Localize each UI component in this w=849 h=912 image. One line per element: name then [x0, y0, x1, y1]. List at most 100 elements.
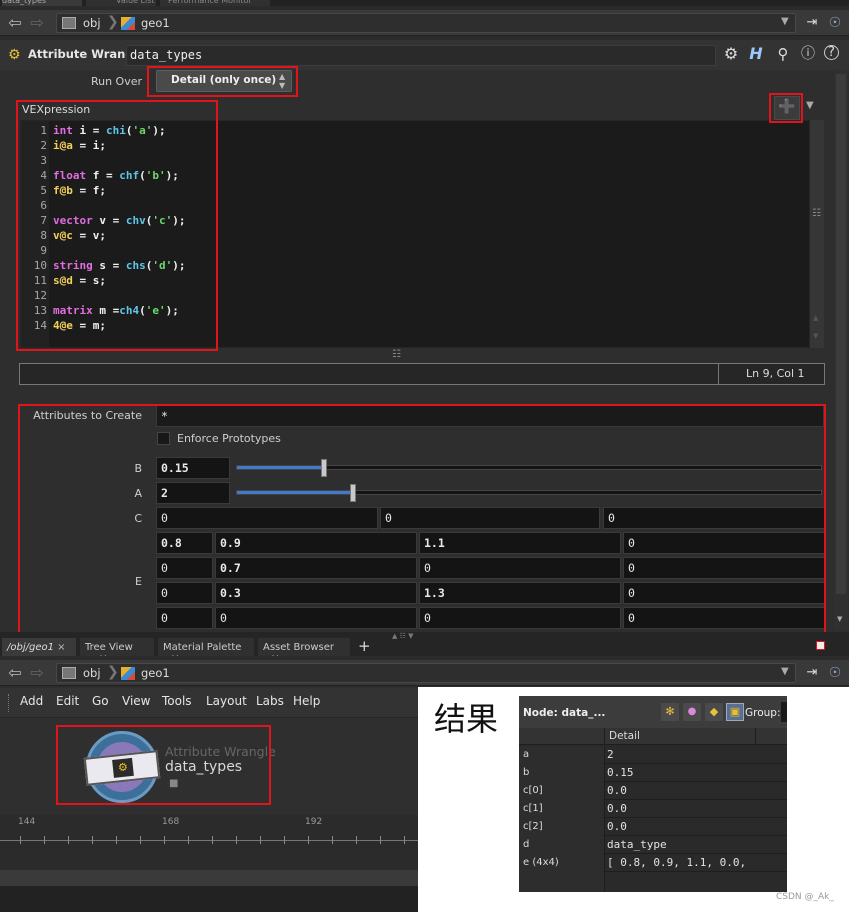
menu-tools[interactable]: Tools — [162, 694, 192, 708]
pane-tab-network[interactable]: /obj/geo1 × — [2, 638, 76, 656]
top-tab-2[interactable]: Value List — [86, 0, 156, 6]
param-e-1-1[interactable]: 0.7 — [215, 557, 417, 579]
menu-layout[interactable]: Layout — [206, 694, 247, 708]
network-path-breadcrumb[interactable]: obj ❯ geo1 ▼ — [56, 663, 796, 683]
spreadsheet-row[interactable]: c[1] 0.0 — [519, 800, 787, 818]
code-line[interactable]: string s = chs('d'); — [53, 258, 186, 273]
code-line[interactable]: float f = chf('b'); — [53, 168, 186, 183]
param-e-1-2[interactable]: 0 — [419, 557, 621, 579]
pin-icon[interactable]: ⇥ — [803, 664, 821, 682]
param-a-slider[interactable] — [236, 490, 822, 495]
path-node[interactable]: geo1 — [141, 666, 170, 680]
group-field[interactable] — [781, 702, 787, 722]
code-line[interactable] — [53, 198, 186, 213]
path-root[interactable]: obj — [83, 666, 101, 680]
pin-icon[interactable]: ⇥ — [803, 14, 821, 32]
run-over-dropdown[interactable]: Detail (only once) ▲ ▼ — [156, 70, 292, 92]
vex-editor[interactable]: 1 2 3 4 5 6 7 8 9 10 11 12 13 14 int i = chi('a'); i@a… — [20, 120, 810, 348]
close-icon[interactable]: × — [99, 653, 107, 656]
param-a-slider-handle[interactable] — [350, 484, 357, 502]
node-name[interactable]: data_types — [130, 48, 202, 62]
spreadsheet-row[interactable]: a2 — [519, 746, 787, 764]
code-line[interactable]: f@b = f; — [53, 183, 186, 198]
pane-tab-asset[interactable]: Asset Browser × — [258, 638, 350, 656]
detail-filter-icon[interactable]: ▣ — [726, 703, 744, 721]
pane-menu-icon[interactable] — [816, 641, 825, 650]
menu-labs[interactable]: Labs — [256, 694, 284, 708]
path-node[interactable]: geo1 — [141, 16, 170, 30]
code-line[interactable]: s@d = s; — [53, 273, 186, 288]
param-e-2-1[interactable]: 0.3 — [215, 582, 417, 604]
panel-scroll-down-icon[interactable]: ▼ — [837, 615, 842, 623]
wrangle-node[interactable]: ⚙ — [83, 731, 161, 803]
menu-edit[interactable]: Edit — [56, 694, 79, 708]
add-tab-icon[interactable]: + — [358, 637, 371, 655]
param-b-slider-handle[interactable] — [320, 459, 327, 477]
code-line[interactable] — [53, 243, 186, 258]
param-e-2-3[interactable]: 0 — [623, 582, 825, 604]
attributes-to-create-input[interactable]: * — [156, 405, 824, 427]
gear-icon[interactable]: ⚙ — [722, 45, 740, 63]
param-e-3-3[interactable]: 0 — [623, 607, 825, 629]
param-e-2-2[interactable]: 1.3 — [419, 582, 621, 604]
code-line[interactable]: v@c = v; — [53, 228, 186, 243]
col-header-detail[interactable]: Detail — [609, 730, 640, 742]
code-line[interactable] — [53, 153, 186, 168]
code-line[interactable]: 4@e = m; — [53, 318, 186, 333]
spreadsheet-row[interactable]: e (4x4)[ 0.8, 0.9, 1.1, 0.0, — [519, 854, 787, 872]
param-c-y[interactable]: 0 — [380, 507, 600, 529]
primitives-filter-icon[interactable]: ◆ — [705, 703, 723, 721]
path-dropdown-icon[interactable]: ▼ — [781, 16, 789, 27]
snippet-dropdown-icon[interactable]: ▼ — [806, 100, 814, 111]
param-e-0-2[interactable]: 1.1 — [419, 532, 621, 554]
path-dropdown-icon[interactable]: ▼ — [781, 666, 789, 677]
forward-arrow-icon[interactable]: ⇨ — [28, 664, 46, 682]
param-a-input[interactable]: 2 — [156, 482, 230, 504]
handle-dots-icon[interactable]: ▲ ☷ ▼ — [392, 632, 414, 640]
spreadsheet-row[interactable]: c[0] 0.0 — [519, 782, 787, 800]
vex-code[interactable]: int i = chi('a'); i@a = i; float f = chf(… — [53, 123, 186, 333]
network-node-name[interactable]: data_types — [165, 759, 242, 775]
link-ring-icon[interactable]: ☉ — [826, 14, 844, 32]
code-line[interactable]: int i = chi('a'); — [53, 123, 186, 138]
path-root[interactable]: obj — [83, 16, 101, 30]
close-icon[interactable]: × — [271, 653, 279, 656]
menu-view[interactable]: View — [122, 694, 150, 708]
points-filter-icon[interactable]: ✻ — [661, 703, 679, 721]
panel-scrollbar[interactable]: ▼ — [834, 70, 848, 630]
link-ring-icon[interactable]: ☉ — [826, 664, 844, 682]
param-e-1-0[interactable]: 0 — [156, 557, 213, 579]
back-arrow-icon[interactable]: ⇦ — [6, 14, 24, 32]
forward-arrow-icon[interactable]: ⇨ — [28, 14, 46, 32]
help-h-icon[interactable]: H — [747, 45, 765, 63]
code-line[interactable]: vector v = chv('c'); — [53, 213, 186, 228]
param-b-input[interactable]: 0.15 — [156, 457, 230, 479]
param-e-3-2[interactable]: 0 — [419, 607, 621, 629]
param-c-x[interactable]: 0 — [156, 507, 378, 529]
param-e-2-0[interactable]: 0 — [156, 582, 213, 604]
param-e-0-0[interactable]: 0.8 — [156, 532, 213, 554]
scroll-down-icon[interactable]: ▼ — [813, 332, 818, 340]
code-line[interactable]: i@a = i; — [53, 138, 186, 153]
spreadsheet-row[interactable]: c[2] 0.0 — [519, 818, 787, 836]
scroll-up-icon[interactable]: ▲ — [813, 314, 818, 322]
spreadsheet-row[interactable]: d data_type — [519, 836, 787, 854]
pane-tab-tree[interactable]: Tree View × — [80, 638, 154, 656]
grip-icon[interactable]: ☷ — [812, 208, 821, 219]
param-e-1-3[interactable]: 0 — [623, 557, 825, 579]
spreadsheet-row[interactable]: b 0.15 — [519, 764, 787, 782]
snippet-button[interactable]: ➕ — [774, 96, 800, 120]
back-arrow-icon[interactable]: ⇦ — [6, 664, 24, 682]
param-e-0-1[interactable]: 0.9 — [215, 532, 417, 554]
param-e-0-3[interactable]: 0 — [623, 532, 825, 554]
node-name-field[interactable]: data_types — [126, 45, 716, 66]
code-line[interactable] — [53, 288, 186, 303]
code-line[interactable]: matrix m =ch4('e'); — [53, 303, 186, 318]
menu-help[interactable]: Help — [293, 694, 320, 708]
top-tab-1[interactable]: data_types — [2, 0, 82, 6]
close-icon[interactable]: × — [57, 642, 65, 653]
panel-scroll-thumb[interactable] — [836, 74, 846, 594]
search-icon[interactable]: ⚲ — [774, 45, 792, 63]
vex-scrollbar[interactable]: ▲ ▼ — [810, 120, 824, 348]
question-icon[interactable]: ? — [824, 45, 839, 60]
